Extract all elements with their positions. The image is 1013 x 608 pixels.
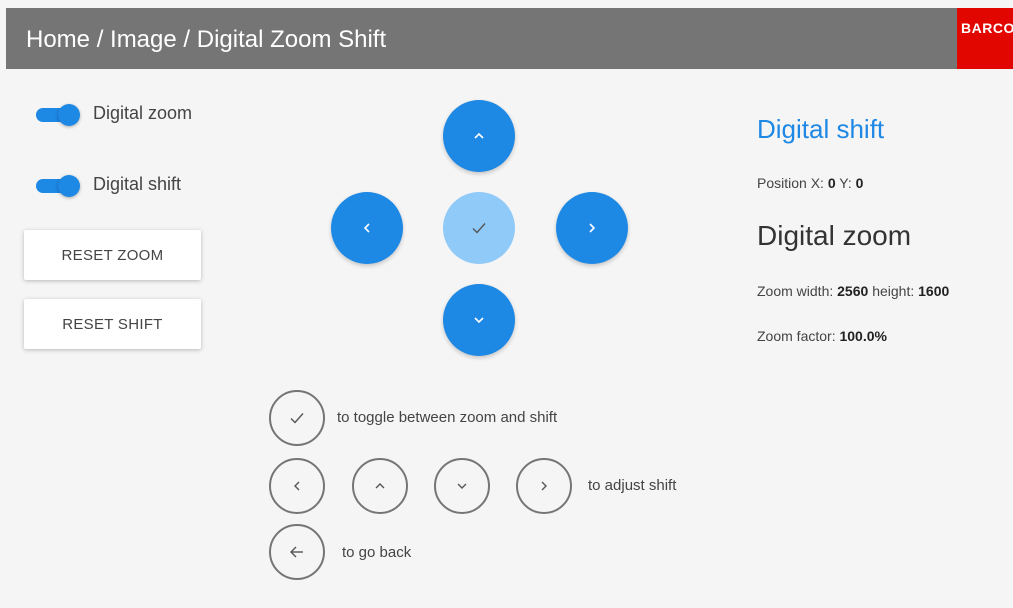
- position-x-value: 0: [827, 175, 836, 191]
- chevron-right-icon: [541, 481, 547, 491]
- header-bar: Home / Image / Digital Zoom Shift: [6, 8, 1013, 69]
- toggle-knob: [58, 175, 80, 197]
- zoom-height-value: 1600: [918, 283, 950, 299]
- digital-shift-label: Digital shift: [93, 174, 182, 194]
- hint-check-key: [269, 390, 325, 446]
- logo-text: BARCO: [961, 20, 1013, 36]
- digital-zoom-heading: Digital zoom: [757, 220, 912, 251]
- hint-back-key: [269, 524, 325, 580]
- shift-up-button[interactable]: [443, 100, 515, 172]
- chevron-right-icon: [589, 223, 596, 233]
- barco-logo: BARCO: [957, 8, 1013, 69]
- shift-right-button[interactable]: [556, 192, 628, 264]
- hint-right-key: [516, 458, 572, 514]
- chevron-up-icon: [474, 132, 484, 139]
- shift-down-button[interactable]: [443, 284, 515, 356]
- hint-down-key: [434, 458, 490, 514]
- chevron-up-icon: [375, 483, 385, 489]
- toggle-knob: [58, 104, 80, 126]
- check-icon: [290, 413, 304, 424]
- zoom-factor-readout: Zoom factor: 100.0%: [757, 328, 887, 344]
- toggle-mode-button[interactable]: [443, 192, 515, 264]
- digital-zoom-label: Digital zoom: [93, 103, 193, 123]
- chevron-left-icon: [363, 223, 370, 233]
- hint-left-key: [269, 458, 325, 514]
- chevron-down-icon: [457, 483, 467, 489]
- digital-shift-toggle[interactable]: [36, 175, 82, 197]
- hint-back-text: to go back: [342, 544, 412, 561]
- position-readout: Position X: 0 Y: 0: [757, 175, 864, 191]
- hint-toggle-text: to toggle between zoom and shift: [337, 409, 558, 426]
- arrow-left-icon: [290, 546, 303, 558]
- hint-adjust-text: to adjust shift: [588, 477, 677, 494]
- zoom-width-value: 2560: [837, 283, 869, 299]
- zoom-size-readout: Zoom width: 2560 height: 1600: [757, 283, 950, 299]
- position-y-value: 0: [855, 175, 864, 191]
- digital-shift-heading: Digital shift: [757, 114, 885, 144]
- reset-shift-button[interactable]: RESET SHIFT: [24, 299, 201, 349]
- digital-zoom-toggle[interactable]: [36, 104, 82, 126]
- zoom-factor-value: 100.0%: [839, 328, 887, 344]
- chevron-left-icon: [294, 481, 300, 491]
- hint-up-key: [352, 458, 408, 514]
- check-icon: [472, 223, 486, 234]
- shift-left-button[interactable]: [331, 192, 403, 264]
- reset-zoom-button[interactable]: RESET ZOOM: [24, 230, 201, 280]
- chevron-down-icon: [474, 317, 484, 324]
- breadcrumb: Home / Image / Digital Zoom Shift: [26, 26, 387, 53]
